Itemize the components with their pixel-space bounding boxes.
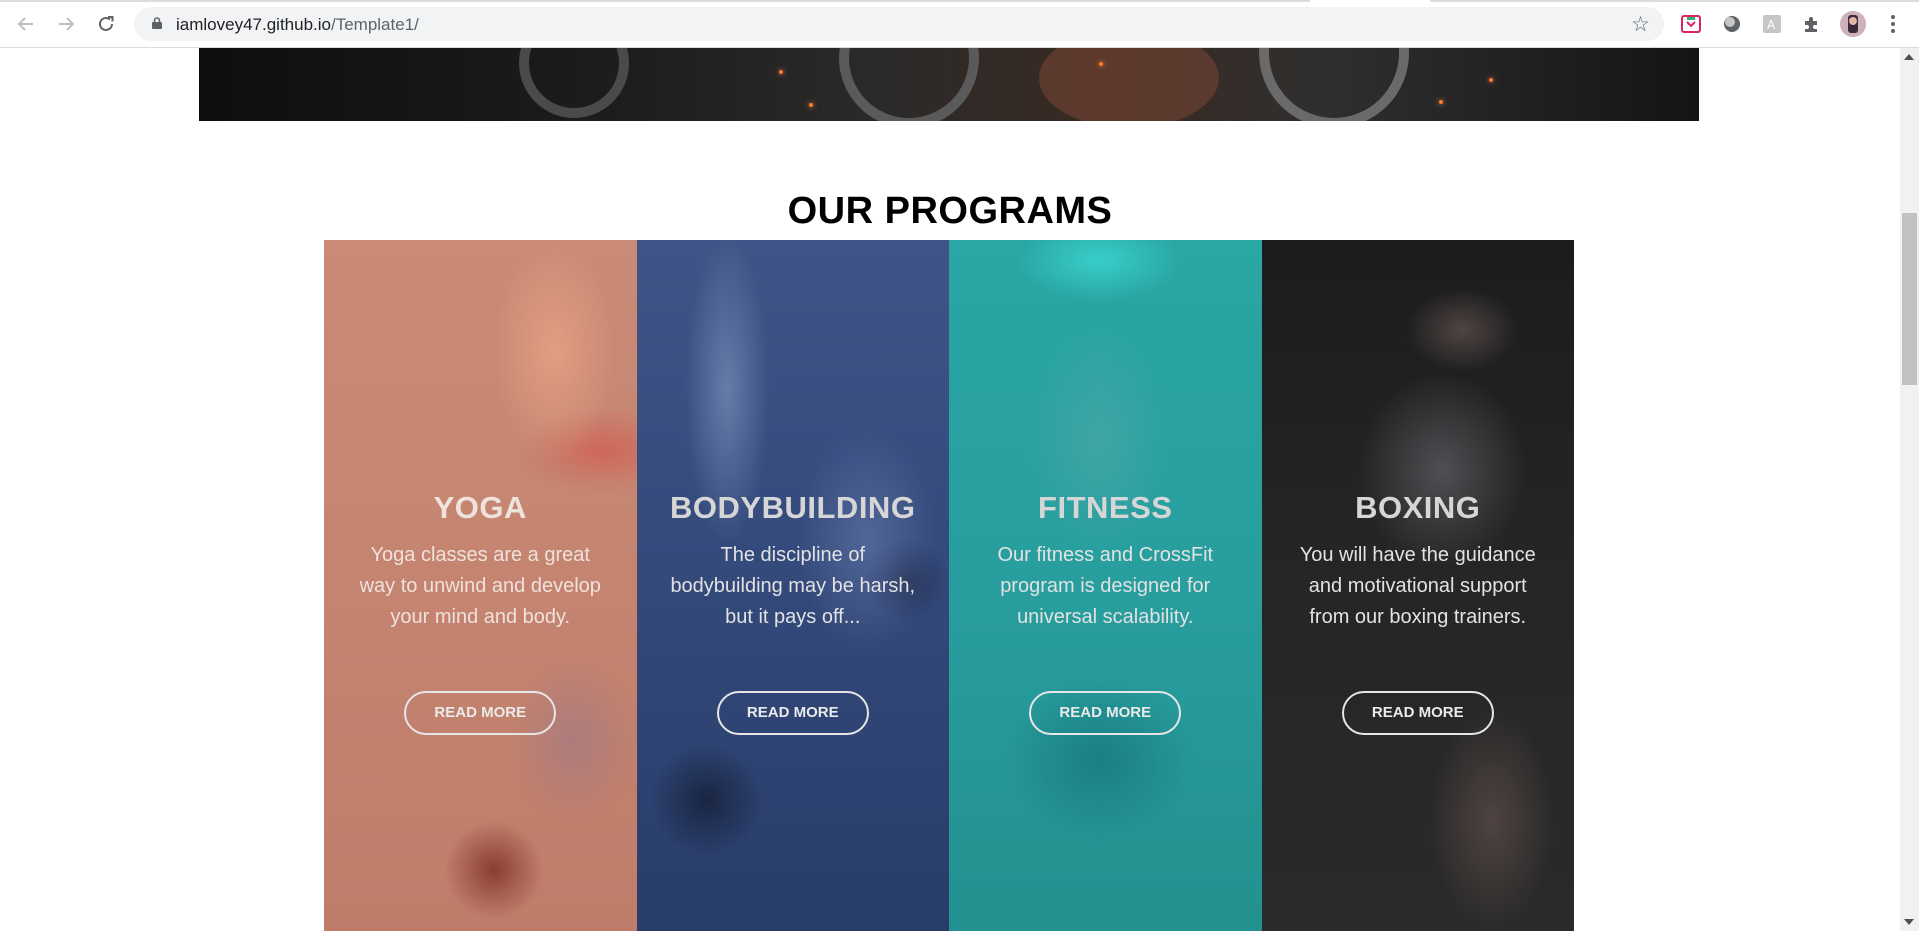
hero-image bbox=[199, 48, 1699, 121]
program-title: BODYBUILDING bbox=[670, 490, 916, 525]
weight-plate-shape bbox=[839, 48, 979, 121]
section-title: OUR PROGRAMS bbox=[787, 189, 1113, 232]
weight-plate-shape bbox=[519, 48, 629, 118]
program-title: BOXING bbox=[1355, 490, 1481, 525]
vertical-scrollbar[interactable] bbox=[1900, 48, 1919, 931]
program-card-boxing: BOXING You will have the guidance and mo… bbox=[1261, 240, 1574, 931]
program-description: You will have the guidance and motivatio… bbox=[1299, 544, 1536, 628]
browser-toolbar: iamlovey47.github.io/Template1/ ☆ A bbox=[0, 0, 1919, 48]
program-description: Yoga classes are a great way to unwind a… bbox=[359, 544, 601, 628]
kebab-menu-icon[interactable] bbox=[1882, 13, 1904, 35]
svg-text:A: A bbox=[1767, 18, 1776, 32]
back-button[interactable] bbox=[12, 10, 40, 38]
reload-icon bbox=[99, 16, 114, 31]
read-more-button[interactable]: READ MORE bbox=[716, 691, 869, 735]
url-path: /Template1/ bbox=[330, 15, 419, 34]
program-card-fitness: FITNESS Our fitness and CrossFit program… bbox=[949, 240, 1262, 931]
spark bbox=[1489, 78, 1493, 82]
programs-grid: YOGA Yoga classes are a great way to unw… bbox=[324, 240, 1574, 931]
url-text[interactable]: iamlovey47.github.io/Template1/ bbox=[176, 15, 419, 35]
circle-icon[interactable] bbox=[1721, 13, 1743, 35]
tab-strip-line bbox=[1430, 0, 1919, 2]
forward-button[interactable] bbox=[52, 10, 80, 38]
arrow-left-icon bbox=[17, 17, 33, 31]
read-more-button[interactable]: READ MORE bbox=[404, 691, 557, 735]
spark bbox=[779, 70, 783, 74]
read-more-button[interactable]: READ MORE bbox=[1029, 691, 1182, 735]
avatar[interactable] bbox=[1840, 11, 1866, 37]
program-title: FITNESS bbox=[1038, 490, 1173, 525]
program-card-bodybuilding: BODYBUILDING The discipline of bodybuild… bbox=[636, 240, 949, 931]
program-title: YOGA bbox=[433, 490, 527, 525]
lock-icon bbox=[152, 17, 162, 29]
weight-plate-shape bbox=[1259, 48, 1409, 121]
program-card-yoga: YOGA Yoga classes are a great way to unw… bbox=[324, 240, 637, 931]
puzzle-icon[interactable] bbox=[1801, 13, 1823, 35]
arrow-right-icon bbox=[59, 17, 75, 31]
program-description: Our fitness and CrossFit program is desi… bbox=[997, 544, 1214, 628]
scroll-up-arrow-icon[interactable] bbox=[1904, 54, 1914, 60]
tab-strip-line bbox=[0, 0, 1310, 2]
url-host: iamlovey47.github.io bbox=[176, 15, 331, 34]
bookmark-star-icon[interactable]: ☆ bbox=[1631, 12, 1650, 37]
athlete-shape bbox=[1039, 48, 1219, 121]
pocket-icon[interactable] bbox=[1680, 13, 1702, 35]
address-bar[interactable]: iamlovey47.github.io/Template1/ ☆ bbox=[134, 7, 1664, 41]
web-page: OUR PROGRAMS YOGA Yoga classes are a gre… bbox=[0, 48, 1900, 931]
spark bbox=[809, 103, 813, 107]
reload-button[interactable] bbox=[92, 10, 120, 38]
scrollbar-thumb[interactable] bbox=[1902, 213, 1917, 385]
translate-icon[interactable]: A bbox=[1761, 13, 1783, 35]
read-more-button[interactable]: READ MORE bbox=[1341, 691, 1494, 735]
scroll-down-arrow-icon[interactable] bbox=[1904, 919, 1914, 925]
program-description: The discipline of bodybuilding may be ha… bbox=[670, 544, 916, 628]
spark bbox=[1099, 62, 1103, 66]
spark bbox=[1439, 100, 1443, 104]
